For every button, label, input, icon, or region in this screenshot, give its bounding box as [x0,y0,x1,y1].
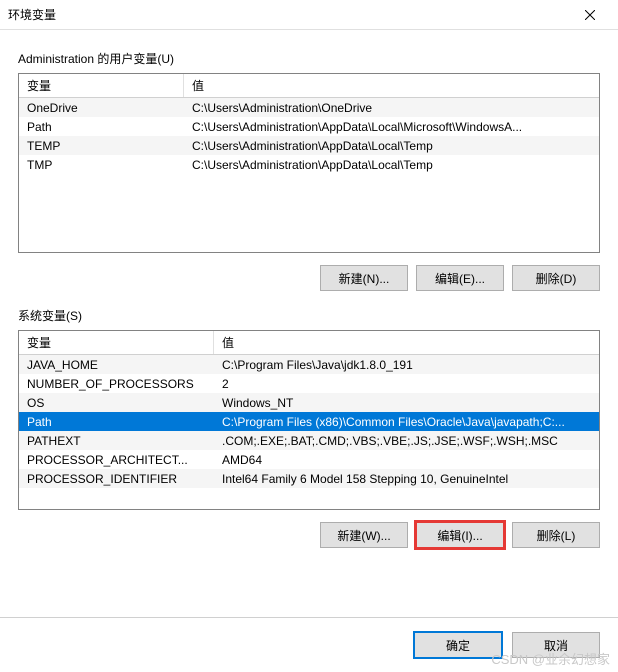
user-vars-label: Administration 的用户变量(U) [18,50,600,67]
system-new-button[interactable]: 新建(W)... [320,522,408,548]
user-col-variable[interactable]: 变量 [19,74,184,97]
row-value: C:\Program Files (x86)\Common Files\Orac… [214,415,599,429]
row-variable: JAVA_HOME [19,358,214,372]
titlebar: 环境变量 [0,0,618,30]
system-vars-label: 系统变量(S) [18,307,600,324]
system-delete-button[interactable]: 删除(L) [512,522,600,548]
user-table-header: 变量 值 [19,74,599,98]
table-row[interactable]: PATHEXT.COM;.EXE;.BAT;.CMD;.VBS;.VBE;.JS… [19,431,599,450]
row-value: C:\Program Files\Java\jdk1.8.0_191 [214,358,599,372]
row-variable: PROCESSOR_ARCHITECT... [19,453,214,467]
user-delete-button[interactable]: 删除(D) [512,265,600,291]
row-variable: PROCESSOR_IDENTIFIER [19,472,214,486]
row-value: Windows_NT [214,396,599,410]
content-area: Administration 的用户变量(U) 变量 值 OneDriveC:\… [0,30,618,617]
table-row[interactable]: PathC:\Users\Administration\AppData\Loca… [19,117,599,136]
ok-button[interactable]: 确定 [414,632,502,658]
user-edit-button[interactable]: 编辑(E)... [416,265,504,291]
window-title: 环境变量 [8,6,570,23]
table-row[interactable]: OSWindows_NT [19,393,599,412]
row-variable: OneDrive [19,101,184,115]
system-table-body[interactable]: JAVA_HOMEC:\Program Files\Java\jdk1.8.0_… [19,355,599,509]
user-new-button[interactable]: 新建(N)... [320,265,408,291]
dialog-footer: 确定 取消 [0,617,618,672]
env-vars-dialog: 环境变量 Administration 的用户变量(U) 变量 值 OneDri… [0,0,618,672]
row-variable: Path [19,120,184,134]
table-row[interactable]: OneDriveC:\Users\Administration\OneDrive [19,98,599,117]
table-row[interactable]: PROCESSOR_ARCHITECT...AMD64 [19,450,599,469]
system-edit-button[interactable]: 编辑(I)... [416,522,504,548]
row-value: .COM;.EXE;.BAT;.CMD;.VBS;.VBE;.JS;.JSE;.… [214,434,599,448]
system-button-row: 新建(W)... 编辑(I)... 删除(L) [18,510,600,556]
table-row[interactable]: TMPC:\Users\Administration\AppData\Local… [19,155,599,174]
row-variable: PATHEXT [19,434,214,448]
row-value: AMD64 [214,453,599,467]
table-row[interactable]: JAVA_HOMEC:\Program Files\Java\jdk1.8.0_… [19,355,599,374]
system-col-variable[interactable]: 变量 [19,331,214,354]
user-col-value[interactable]: 值 [184,74,599,97]
row-variable: TEMP [19,139,184,153]
row-variable: NUMBER_OF_PROCESSORS [19,377,214,391]
system-vars-table[interactable]: 变量 值 JAVA_HOMEC:\Program Files\Java\jdk1… [18,330,600,510]
close-button[interactable] [570,0,610,30]
row-value: Intel64 Family 6 Model 158 Stepping 10, … [214,472,599,486]
user-table-body[interactable]: OneDriveC:\Users\Administration\OneDrive… [19,98,599,252]
table-row[interactable]: NUMBER_OF_PROCESSORS2 [19,374,599,393]
system-col-value[interactable]: 值 [214,331,599,354]
row-variable: TMP [19,158,184,172]
row-value: 2 [214,377,599,391]
user-vars-table[interactable]: 变量 值 OneDriveC:\Users\Administration\One… [18,73,600,253]
row-value: C:\Users\Administration\AppData\Local\Te… [184,158,599,172]
close-icon [585,10,595,20]
row-variable: Path [19,415,214,429]
user-button-row: 新建(N)... 编辑(E)... 删除(D) [18,253,600,299]
table-row[interactable]: TEMPC:\Users\Administration\AppData\Loca… [19,136,599,155]
row-value: C:\Users\Administration\OneDrive [184,101,599,115]
system-table-header: 变量 值 [19,331,599,355]
row-variable: OS [19,396,214,410]
cancel-button[interactable]: 取消 [512,632,600,658]
row-value: C:\Users\Administration\AppData\Local\Te… [184,139,599,153]
row-value: C:\Users\Administration\AppData\Local\Mi… [184,120,599,134]
table-row[interactable]: PathC:\Program Files (x86)\Common Files\… [19,412,599,431]
table-row[interactable]: PROCESSOR_IDENTIFIERIntel64 Family 6 Mod… [19,469,599,488]
